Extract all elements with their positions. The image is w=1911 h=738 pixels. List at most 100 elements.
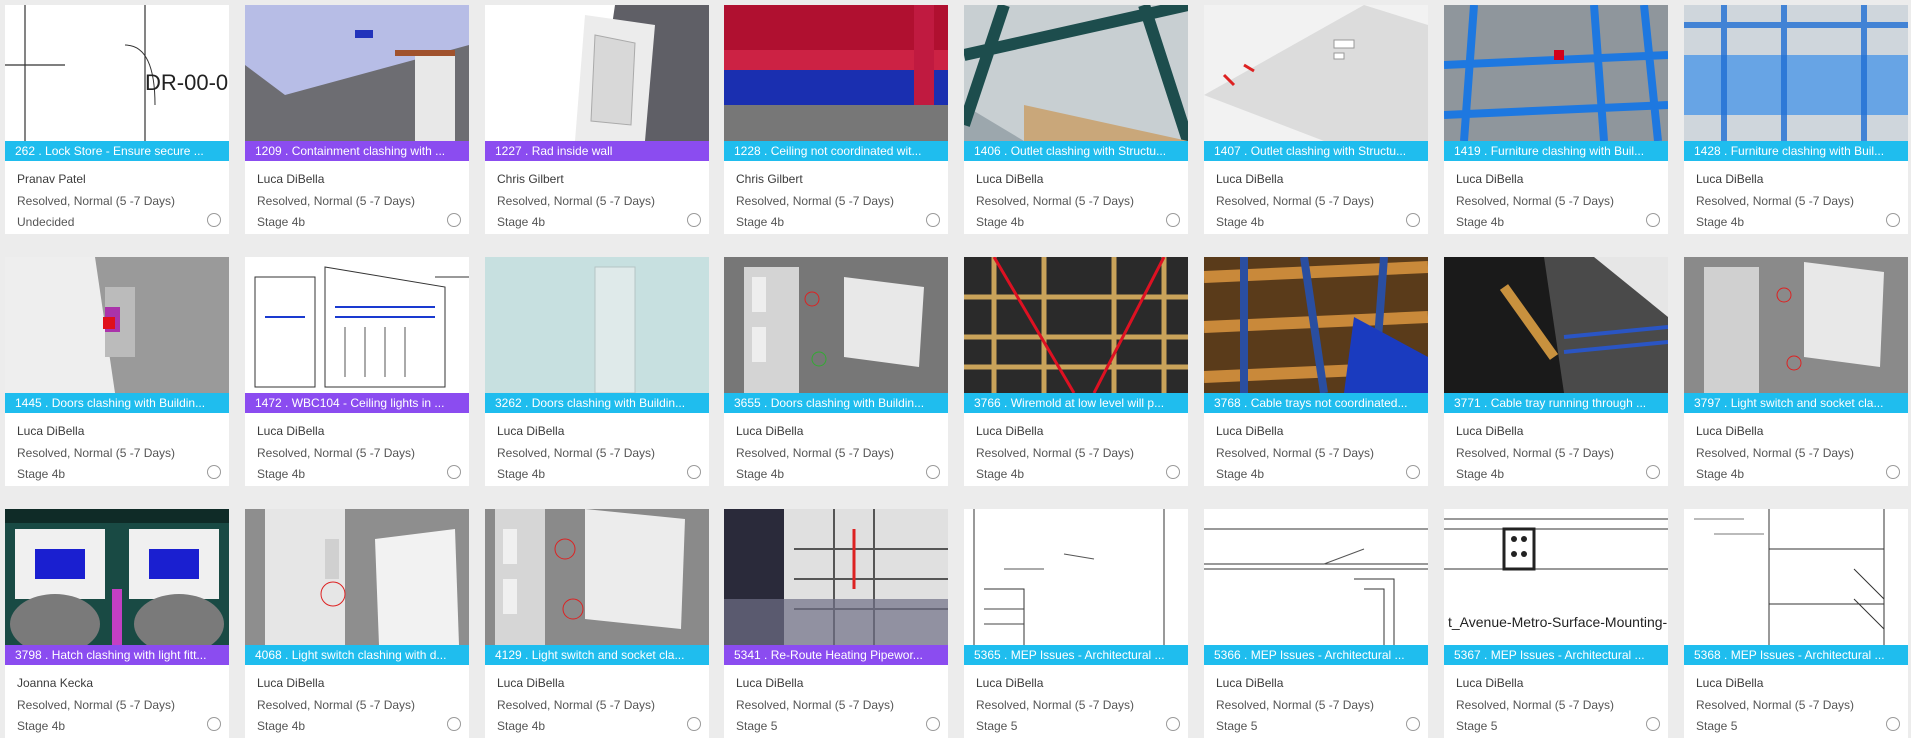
issue-card[interactable]: 1472 . WBC104 - Ceiling lights in ... Luc… bbox=[245, 257, 469, 486]
select-radio[interactable] bbox=[687, 717, 701, 731]
issue-card[interactable]: 4068 . Light switch clashing with d... Lu… bbox=[245, 509, 469, 738]
issue-card[interactable]: 3771 . Cable tray running through ... Luc… bbox=[1444, 257, 1668, 486]
issue-thumbnail[interactable] bbox=[964, 257, 1188, 393]
issue-card[interactable]: 4129 . Light switch and socket cla... Luc… bbox=[485, 509, 709, 738]
issue-title[interactable]: 1227 . Rad inside wall bbox=[485, 141, 709, 161]
select-radio[interactable] bbox=[207, 465, 221, 479]
issue-title[interactable]: 3768 . Cable trays not coordinated... bbox=[1204, 393, 1428, 413]
stage-label: Stage 4b bbox=[1216, 215, 1265, 229]
select-radio[interactable] bbox=[1166, 465, 1180, 479]
issue-thumbnail[interactable] bbox=[245, 509, 469, 645]
issue-thumbnail[interactable] bbox=[1204, 257, 1428, 393]
issue-thumbnail[interactable] bbox=[964, 5, 1188, 141]
issue-card[interactable]: 5368 . MEP Issues - Architectural ... Luc… bbox=[1684, 509, 1908, 738]
issue-thumbnail[interactable] bbox=[1444, 257, 1668, 393]
issue-title[interactable]: 3798 . Hatch clashing with light fitt... bbox=[5, 645, 229, 665]
issue-title[interactable]: 5368 . MEP Issues - Architectural ... bbox=[1684, 645, 1908, 665]
issue-card[interactable]: 3262 . Doors clashing with Buildin... Luc… bbox=[485, 257, 709, 486]
issue-card[interactable]: 1228 . Ceiling not coordinated wit... Chr… bbox=[724, 5, 948, 234]
issue-title[interactable]: 5365 . MEP Issues - Architectural ... bbox=[964, 645, 1188, 665]
issue-title[interactable]: 1407 . Outlet clashing with Structu... bbox=[1204, 141, 1428, 161]
issue-card[interactable]: 1445 . Doors clashing with Buildin... Luc… bbox=[5, 257, 229, 486]
select-radio[interactable] bbox=[1166, 213, 1180, 227]
issue-thumbnail[interactable] bbox=[5, 509, 229, 645]
select-radio[interactable] bbox=[1886, 717, 1900, 731]
issue-card[interactable]: 1407 . Outlet clashing with Structu... Lu… bbox=[1204, 5, 1428, 234]
select-radio[interactable] bbox=[1406, 465, 1420, 479]
issue-card[interactable]: DR-00-0 262 . Lock Store - Ensure secure … bbox=[5, 5, 229, 234]
issue-thumbnail[interactable] bbox=[724, 257, 948, 393]
issue-title[interactable]: 4129 . Light switch and socket cla... bbox=[485, 645, 709, 665]
issue-card[interactable]: 1419 . Furniture clashing with Buil... Lu… bbox=[1444, 5, 1668, 234]
issue-title[interactable]: 5366 . MEP Issues - Architectural ... bbox=[1204, 645, 1428, 665]
issue-thumbnail[interactable] bbox=[1204, 5, 1428, 141]
issue-thumbnail[interactable] bbox=[964, 509, 1188, 645]
select-radio[interactable] bbox=[1166, 717, 1180, 731]
issue-title[interactable]: 1428 . Furniture clashing with Buil... bbox=[1684, 141, 1908, 161]
issue-title[interactable]: 3655 . Doors clashing with Buildin... bbox=[724, 393, 948, 413]
status-priority: Resolved, Normal (5 -7 Days) bbox=[497, 698, 656, 712]
issue-title[interactable]: 1406 . Outlet clashing with Structu... bbox=[964, 141, 1188, 161]
issue-card[interactable]: 3797 . Light switch and socket cla... Luc… bbox=[1684, 257, 1908, 486]
issue-thumbnail[interactable]: t_Avenue-Metro-Surface-Mounting-l bbox=[1444, 509, 1668, 645]
issue-thumbnail[interactable] bbox=[724, 509, 948, 645]
issue-thumbnail[interactable] bbox=[245, 5, 469, 141]
issue-card[interactable]: 3768 . Cable trays not coordinated... Luc… bbox=[1204, 257, 1428, 486]
select-radio[interactable] bbox=[926, 717, 940, 731]
issue-card[interactable]: 1428 . Furniture clashing with Buil... Lu… bbox=[1684, 5, 1908, 234]
issue-title[interactable]: 1419 . Furniture clashing with Buil... bbox=[1444, 141, 1668, 161]
select-radio[interactable] bbox=[207, 717, 221, 731]
issue-card[interactable]: 3655 . Doors clashing with Buildin... Luc… bbox=[724, 257, 948, 486]
issue-thumbnail[interactable] bbox=[1204, 509, 1428, 645]
issue-card[interactable]: 1406 . Outlet clashing with Structu... Lu… bbox=[964, 5, 1188, 234]
issue-title[interactable]: 3766 . Wiremold at low level will p... bbox=[964, 393, 1188, 413]
issue-thumbnail[interactable]: DR-00-0 bbox=[5, 5, 229, 141]
issue-card[interactable]: t_Avenue-Metro-Surface-Mounting-l 5367 . … bbox=[1444, 509, 1668, 738]
issue-title[interactable]: 262 . Lock Store - Ensure secure ... bbox=[5, 141, 229, 161]
issue-card[interactable]: 5365 . MEP Issues - Architectural ... Luc… bbox=[964, 509, 1188, 738]
issue-title[interactable]: 4068 . Light switch clashing with d... bbox=[245, 645, 469, 665]
select-radio[interactable] bbox=[1646, 465, 1660, 479]
issue-title[interactable]: 1209 . Containment clashing with ... bbox=[245, 141, 469, 161]
select-radio[interactable] bbox=[1406, 213, 1420, 227]
issue-thumbnail[interactable] bbox=[485, 5, 709, 141]
issue-title[interactable]: 1472 . WBC104 - Ceiling lights in ... bbox=[245, 393, 469, 413]
select-radio[interactable] bbox=[687, 213, 701, 227]
select-radio[interactable] bbox=[1886, 465, 1900, 479]
issue-card[interactable]: 1209 . Containment clashing with ... Luca… bbox=[245, 5, 469, 234]
select-radio[interactable] bbox=[926, 465, 940, 479]
select-radio[interactable] bbox=[926, 213, 940, 227]
stage-label: Stage 4b bbox=[1456, 467, 1505, 481]
issue-thumbnail[interactable] bbox=[5, 257, 229, 393]
select-radio[interactable] bbox=[687, 465, 701, 479]
issue-title[interactable]: 3262 . Doors clashing with Buildin... bbox=[485, 393, 709, 413]
issue-title[interactable]: 5341 . Re-Route Heating Pipewor... bbox=[724, 645, 948, 665]
issue-thumbnail[interactable] bbox=[1684, 5, 1908, 141]
status-priority: Resolved, Normal (5 -7 Days) bbox=[976, 194, 1135, 208]
issue-title[interactable]: 1445 . Doors clashing with Buildin... bbox=[5, 393, 229, 413]
select-radio[interactable] bbox=[1886, 213, 1900, 227]
issue-card[interactable]: 1227 . Rad inside wall Chris Gilbert Resol… bbox=[485, 5, 709, 234]
issue-card[interactable]: 3798 . Hatch clashing with light fitt...… bbox=[5, 509, 229, 738]
issue-thumbnail[interactable] bbox=[1444, 5, 1668, 141]
issue-title[interactable]: 3771 . Cable tray running through ... bbox=[1444, 393, 1668, 413]
select-radio[interactable] bbox=[1406, 717, 1420, 731]
select-radio[interactable] bbox=[1646, 213, 1660, 227]
issue-thumbnail[interactable] bbox=[1684, 509, 1908, 645]
issue-thumbnail[interactable] bbox=[1684, 257, 1908, 393]
select-radio[interactable] bbox=[447, 213, 461, 227]
select-radio[interactable] bbox=[1646, 717, 1660, 731]
issue-card[interactable]: 5341 . Re-Route Heating Pipewor... Luca D… bbox=[724, 509, 948, 738]
issue-title[interactable]: 1228 . Ceiling not coordinated wit... bbox=[724, 141, 948, 161]
issue-card[interactable]: 3766 . Wiremold at low level will p... Lu… bbox=[964, 257, 1188, 486]
issue-card[interactable]: 5366 . MEP Issues - Architectural ... Luc… bbox=[1204, 509, 1428, 738]
issue-thumbnail[interactable] bbox=[724, 5, 948, 141]
select-radio[interactable] bbox=[207, 213, 221, 227]
issue-title[interactable]: 5367 . MEP Issues - Architectural ... bbox=[1444, 645, 1668, 665]
issue-thumbnail[interactable] bbox=[485, 257, 709, 393]
issue-thumbnail[interactable] bbox=[485, 509, 709, 645]
select-radio[interactable] bbox=[447, 717, 461, 731]
select-radio[interactable] bbox=[447, 465, 461, 479]
issue-title[interactable]: 3797 . Light switch and socket cla... bbox=[1684, 393, 1908, 413]
issue-thumbnail[interactable] bbox=[245, 257, 469, 393]
